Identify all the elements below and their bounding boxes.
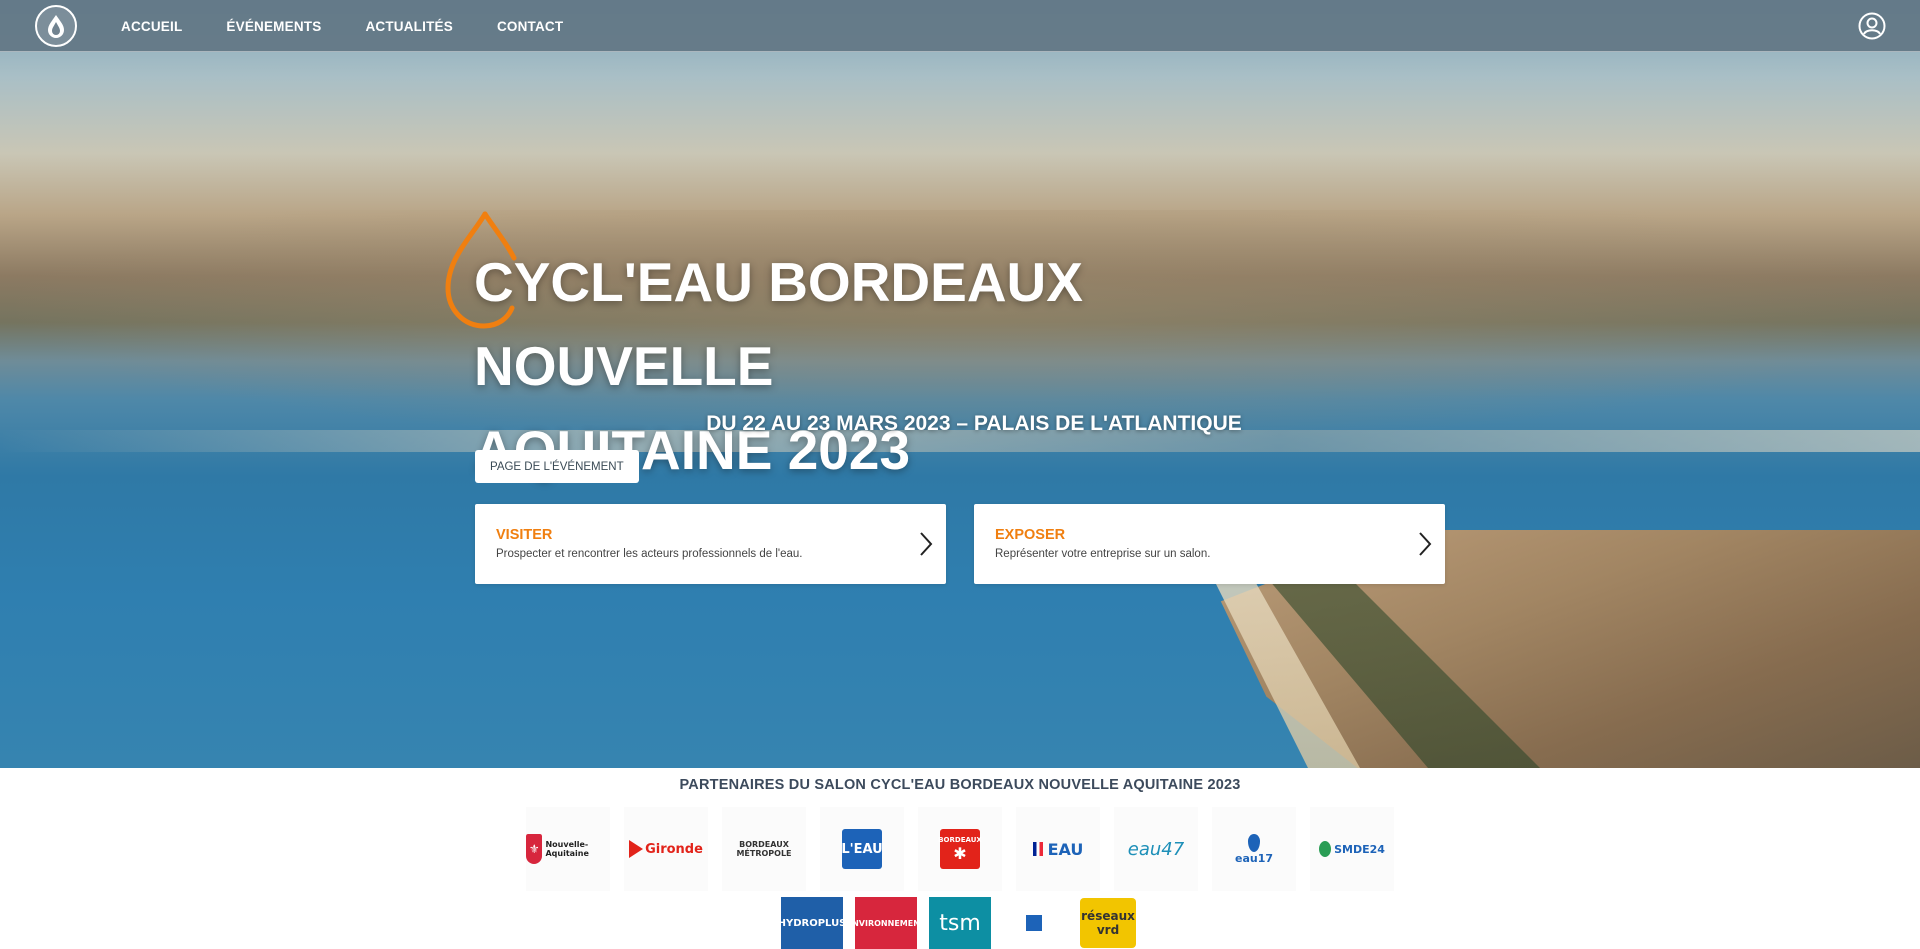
chevron-right-icon bbox=[920, 532, 933, 556]
nav-evenements[interactable]: ÉVÉNEMENTS bbox=[226, 19, 321, 34]
environnement-magazine-logo[interactable]: ENVIRONNEMENT bbox=[855, 897, 917, 949]
expose-card-title: EXPOSER bbox=[995, 527, 1066, 543]
nav-links: ACCUEIL ÉVÉNEMENTS ACTUALITÉS CONTACT bbox=[121, 0, 607, 52]
gironde-logo[interactable]: Gironde bbox=[624, 807, 708, 891]
tsm-logo[interactable]: tsm bbox=[929, 897, 991, 949]
partners-logos-row-2: HYDROPLUS ENVIRONNEMENT tsm réseaux vrd bbox=[0, 897, 1920, 949]
eau-industrie-nuisances-logo[interactable] bbox=[1003, 897, 1065, 949]
user-icon bbox=[1858, 12, 1886, 40]
smde24-logo[interactable]: SMDE24 bbox=[1310, 807, 1394, 891]
nav-actualites[interactable]: ACTUALITÉS bbox=[365, 19, 453, 34]
user-account-button[interactable] bbox=[1858, 12, 1886, 40]
eau47-logo[interactable]: eau47 bbox=[1114, 807, 1198, 891]
reseaux-vrd-logo[interactable]: réseaux vrd bbox=[1077, 897, 1139, 949]
water-drop-logo-icon bbox=[48, 15, 64, 38]
hero-subtitle: DU 22 AU 23 MARS 2023 – PALAIS DE L'ATLA… bbox=[706, 412, 1242, 435]
visit-card-title: VISITER bbox=[496, 527, 553, 543]
expose-card[interactable]: EXPOSER Représenter votre entreprise sur… bbox=[974, 504, 1445, 584]
hydroplus-logo[interactable]: HYDROPLUS bbox=[781, 897, 843, 949]
site-logo[interactable] bbox=[35, 5, 77, 47]
republique-francaise-eau-logo[interactable]: EAU bbox=[1016, 807, 1100, 891]
eau17-logo[interactable]: eau17 bbox=[1212, 807, 1296, 891]
nav-accueil[interactable]: ACCUEIL bbox=[121, 19, 182, 34]
chevron-right-icon bbox=[1419, 532, 1432, 556]
visit-card[interactable]: VISITER Prospecter et rencontrer les act… bbox=[475, 504, 946, 584]
leau-logo[interactable]: L'EAU bbox=[820, 807, 904, 891]
top-nav: ACCUEIL ÉVÉNEMENTS ACTUALITÉS CONTACT bbox=[0, 0, 1920, 52]
bordeaux-metropole-logo[interactable]: BORDEAUX MÉTROPOLE bbox=[722, 807, 806, 891]
nouvelle-aquitaine-logo[interactable]: ⚜ Nouvelle-Aquitaine bbox=[526, 807, 610, 891]
hero-title-line1: CYCL'EAU BORDEAUX NOUVELLE bbox=[474, 251, 1083, 397]
visit-card-description: Prospecter et rencontrer les acteurs pro… bbox=[496, 548, 803, 560]
partners-title: PARTENAIRES DU SALON CYCL'EAU BORDEAUX N… bbox=[679, 777, 1241, 793]
event-page-button[interactable]: PAGE DE L'ÉVÉNEMENT bbox=[475, 450, 639, 483]
partners-logos-row-1: ⚜ Nouvelle-Aquitaine Gironde BORDEAUX MÉ… bbox=[0, 807, 1920, 891]
bordeaux-logo[interactable]: BORDEAUX ✱ bbox=[918, 807, 1002, 891]
nav-contact[interactable]: CONTACT bbox=[497, 19, 563, 34]
expose-card-description: Représenter votre entreprise sur un salo… bbox=[995, 548, 1211, 560]
